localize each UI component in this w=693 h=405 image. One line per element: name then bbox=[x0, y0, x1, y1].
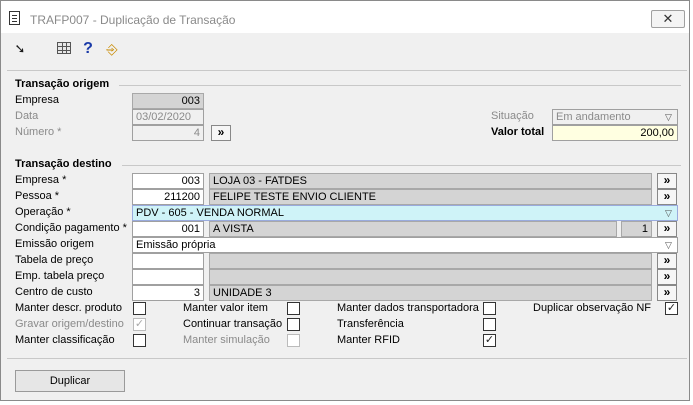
gravar-origem-checkbox[interactable]: ✓ bbox=[133, 318, 146, 331]
emp-tabela-lookup-button[interactable]: » bbox=[657, 269, 677, 285]
toolbar: ➘ ? ⎆ bbox=[1, 34, 689, 64]
manter-transportadora-label: Manter dados transportadora bbox=[337, 302, 479, 314]
manter-classificacao-label: Manter classificação bbox=[15, 334, 115, 346]
origem-empresa-field: 003 bbox=[132, 93, 204, 109]
duplicar-obs-checkbox[interactable]: ✓ bbox=[665, 302, 678, 315]
condicao-lookup-button[interactable]: » bbox=[657, 221, 677, 237]
destino-group-line bbox=[122, 165, 681, 166]
situacao-select[interactable]: Em andamento bbox=[552, 109, 678, 125]
pessoa-lookup-button[interactable]: » bbox=[657, 189, 677, 205]
dialog-window: TRAFP007 - Duplicação de Transação ✕ ➘ ?… bbox=[0, 0, 690, 401]
continuar-label: Continuar transação bbox=[183, 318, 283, 330]
centro-custo-lookup-button[interactable]: » bbox=[657, 285, 677, 301]
emissao-label: Emissão origem bbox=[15, 238, 94, 250]
duplicar-button[interactable]: Duplicar bbox=[15, 370, 125, 392]
destino-empresa-name-field: LOJA 03 - FATDES bbox=[209, 173, 652, 189]
emissao-select[interactable]: Emissão própria bbox=[132, 237, 678, 253]
origem-data-field: 03/02/2020 bbox=[132, 109, 204, 125]
destino-group-title: Transação destino bbox=[15, 158, 112, 170]
origem-group-line bbox=[119, 85, 681, 86]
emp-tabela-code-field[interactable] bbox=[132, 269, 204, 285]
grid-icon[interactable] bbox=[57, 42, 71, 54]
manter-classificacao-checkbox[interactable] bbox=[133, 334, 146, 347]
exit-icon[interactable]: ⎆ bbox=[103, 40, 121, 58]
origem-group-title: Transação origem bbox=[15, 78, 110, 90]
manter-simulacao-label: Manter simulação bbox=[183, 334, 270, 346]
arrow-icon[interactable]: ➘ bbox=[11, 40, 29, 58]
window-title: TRAFP007 - Duplicação de Transação bbox=[30, 13, 236, 27]
transferencia-label: Transferência bbox=[337, 318, 404, 330]
valor-total-label: Valor total bbox=[491, 126, 545, 138]
emp-tabela-label: Emp. tabela preço bbox=[15, 270, 105, 282]
emp-tabela-name-field bbox=[209, 269, 652, 285]
centro-custo-code-field[interactable]: 3 bbox=[132, 285, 204, 301]
origem-empresa-label: Empresa bbox=[15, 94, 60, 106]
destino-empresa-code-field[interactable]: 003 bbox=[132, 173, 204, 189]
condicao-label: Condição pagamento * bbox=[15, 222, 127, 234]
tabela-preco-name-field bbox=[209, 253, 652, 269]
manter-rfid-label: Manter RFID bbox=[337, 334, 400, 346]
operacao-select[interactable]: PDV - 605 - VENDA NORMAL bbox=[132, 205, 678, 221]
tabela-preco-lookup-button[interactable]: » bbox=[657, 253, 677, 269]
toolbar-divider bbox=[7, 70, 687, 71]
operacao-label: Operação * bbox=[15, 206, 71, 218]
manter-valor-checkbox[interactable] bbox=[287, 302, 300, 315]
close-button[interactable]: ✕ bbox=[651, 10, 685, 28]
tabela-preco-label: Tabela de preço bbox=[15, 254, 94, 266]
situacao-label: Situação bbox=[491, 110, 534, 122]
pessoa-label: Pessoa * bbox=[15, 190, 60, 202]
footer-divider bbox=[7, 358, 687, 359]
manter-rfid-checkbox[interactable]: ✓ bbox=[483, 334, 496, 347]
manter-descr-checkbox[interactable] bbox=[133, 302, 146, 315]
condicao-name-field: A VISTA bbox=[209, 221, 617, 237]
emissao-dropdown-icon[interactable]: ▽ bbox=[665, 240, 672, 251]
manter-transportadora-checkbox[interactable] bbox=[483, 302, 496, 315]
operacao-dropdown-icon[interactable]: ▽ bbox=[665, 208, 672, 219]
destino-empresa-label: Empresa * bbox=[15, 174, 67, 186]
document-icon bbox=[9, 11, 20, 25]
origem-numero-lookup-button[interactable]: » bbox=[211, 125, 231, 141]
title-bar: TRAFP007 - Duplicação de Transação ✕ bbox=[1, 1, 689, 33]
origem-numero-field[interactable]: 4 bbox=[132, 125, 204, 141]
manter-valor-label: Manter valor item bbox=[183, 302, 268, 314]
transferencia-checkbox[interactable] bbox=[483, 318, 496, 331]
centro-custo-name-field: UNIDADE 3 bbox=[209, 285, 652, 301]
centro-custo-label: Centro de custo bbox=[15, 286, 93, 298]
destino-empresa-lookup-button[interactable]: » bbox=[657, 173, 677, 189]
situacao-dropdown-icon[interactable]: ▽ bbox=[665, 112, 672, 123]
pessoa-code-field[interactable]: 211200 bbox=[132, 189, 204, 205]
valor-total-field: 200,00 bbox=[552, 125, 678, 141]
origem-numero-label: Número * bbox=[15, 126, 62, 138]
condicao-code-field[interactable]: 001 bbox=[132, 221, 204, 237]
tabela-preco-code-field[interactable] bbox=[132, 253, 204, 269]
gravar-origem-label: Gravar origem/destino bbox=[15, 318, 124, 330]
pessoa-name-field: FELIPE TESTE ENVIO CLIENTE bbox=[209, 189, 652, 205]
origem-data-label: Data bbox=[15, 110, 39, 122]
duplicar-obs-label: Duplicar observação NF bbox=[533, 302, 651, 314]
condicao-qty-field: 1 bbox=[621, 221, 652, 237]
help-icon[interactable]: ? bbox=[79, 40, 97, 58]
continuar-checkbox[interactable] bbox=[287, 318, 300, 331]
manter-simulacao-checkbox[interactable] bbox=[287, 334, 300, 347]
manter-descr-label: Manter descr. produto bbox=[15, 302, 123, 314]
